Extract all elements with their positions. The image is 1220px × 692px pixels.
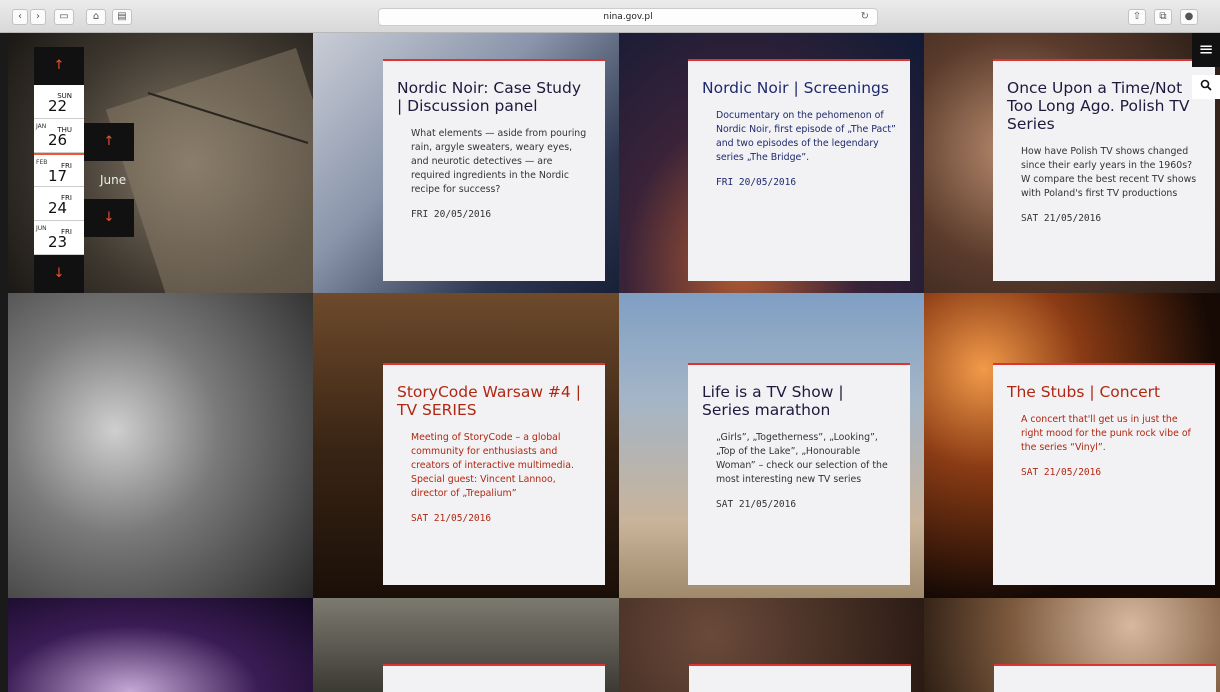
event-date: SAT 21/05/2016	[411, 513, 492, 524]
event-card[interactable]: Nordic Noir | Screenings Documentary on …	[688, 59, 910, 281]
tile-row3-3[interactable]	[619, 598, 924, 692]
event-card-partial[interactable]	[994, 664, 1216, 692]
date-item[interactable]: SUN 22	[34, 85, 84, 119]
tile-row3-2[interactable]	[313, 598, 619, 692]
tile-storycode-photo[interactable]	[8, 293, 313, 598]
event-date: SAT 21/05/2016	[1021, 213, 1102, 224]
event-description: A concert that'll get us in just the rig…	[1021, 414, 1191, 453]
date-month: JUN	[36, 225, 47, 232]
event-card[interactable]: Nordic Noir: Case Study | Discussion pan…	[383, 59, 605, 281]
date-item[interactable]: FRI 24	[34, 187, 84, 221]
date-up-arrow-icon[interactable]: ↑	[34, 47, 84, 85]
event-card-partial[interactable]	[689, 664, 911, 692]
event-date: SAT 21/05/2016	[1021, 467, 1102, 478]
reload-icon[interactable]: ↻	[861, 9, 869, 25]
date-picker: ↑ SUN 22 JAN THU 26 FEB FRI 17 FRI 24 JU…	[34, 47, 84, 293]
date-number: 26	[48, 131, 68, 149]
event-grid: Nordic Noir: Case Study | Discussion pan…	[8, 33, 1220, 692]
event-title[interactable]: Nordic Noir: Case Study | Discussion pan…	[397, 79, 591, 115]
event-description: How have Polish TV shows changed since t…	[1021, 146, 1197, 199]
date-number: 24	[48, 199, 68, 217]
sidebar-icon[interactable]: ▭	[54, 9, 74, 25]
date-number: 23	[48, 233, 68, 251]
event-date: SAT 21/05/2016	[716, 499, 797, 510]
event-description: Documentary on the pehomenon of Nordic N…	[716, 110, 896, 163]
event-card[interactable]: The Stubs | Concert A concert that'll ge…	[993, 363, 1215, 585]
address-bar[interactable]: nina.gov.pl ↻	[378, 8, 878, 26]
event-title[interactable]: StoryCode Warsaw #4 | TV SERIES	[397, 383, 591, 419]
date-number: 17	[48, 167, 68, 185]
forward-icon[interactable]: ›	[30, 9, 46, 25]
event-title[interactable]: The Stubs | Concert	[1007, 383, 1201, 401]
event-card[interactable]: Life is a TV Show | Series marathon „Gir…	[688, 363, 910, 585]
url-text: nina.gov.pl	[603, 12, 653, 22]
event-date: FRI 20/05/2016	[411, 209, 492, 220]
month-label: June	[100, 173, 127, 187]
date-number: 22	[48, 97, 68, 115]
back-icon[interactable]: ‹	[12, 9, 28, 25]
search-icon[interactable]	[1192, 75, 1220, 99]
event-date: FRI 20/05/2016	[716, 177, 797, 188]
home-icon[interactable]: ⌂	[86, 9, 106, 25]
tabs-icon[interactable]: ⧉	[1154, 9, 1172, 25]
event-title[interactable]: Once Upon a Time/Not Too Long Ago. Polis…	[1007, 79, 1201, 133]
downloads-icon[interactable]: ●	[1180, 9, 1198, 25]
hamburger-menu-icon[interactable]: ≡	[1192, 33, 1220, 67]
event-card[interactable]: Once Upon a Time/Not Too Long Ago. Polis…	[993, 59, 1215, 281]
browser-toolbar: ‹ › ▭ ⌂ ▤ nina.gov.pl ↻ ⇧ ⧉ ●	[0, 0, 1220, 33]
event-title[interactable]: Nordic Noir | Screenings	[702, 79, 896, 97]
date-item-selected[interactable]: FEB FRI 17	[34, 153, 84, 187]
share-icon[interactable]: ⇧	[1128, 9, 1146, 25]
date-month: FEB	[36, 159, 48, 166]
tile-row3-1[interactable]	[8, 598, 313, 692]
event-description: Meeting of StoryCode – a global communit…	[411, 432, 574, 499]
event-card-partial[interactable]	[383, 664, 605, 692]
event-description: What elements — aside from pouring rain,…	[411, 128, 587, 195]
print-icon[interactable]: ▤	[112, 9, 132, 25]
date-item[interactable]: JUN FRI 23	[34, 221, 84, 255]
tile-row3-4[interactable]	[924, 598, 1220, 692]
event-card[interactable]: StoryCode Warsaw #4 | TV SERIES Meeting …	[383, 363, 605, 585]
event-description: „Girls”, „Togetherness”, „Looking”, „Top…	[716, 432, 888, 485]
date-down-arrow-icon[interactable]: ↓	[34, 255, 84, 293]
month-down-arrow-icon[interactable]: ↓	[84, 199, 134, 237]
event-title[interactable]: Life is a TV Show | Series marathon	[702, 383, 896, 419]
date-month: JAN	[36, 123, 47, 130]
date-item[interactable]: JAN THU 26	[34, 119, 84, 153]
month-up-arrow-icon[interactable]: ↑	[84, 123, 134, 161]
